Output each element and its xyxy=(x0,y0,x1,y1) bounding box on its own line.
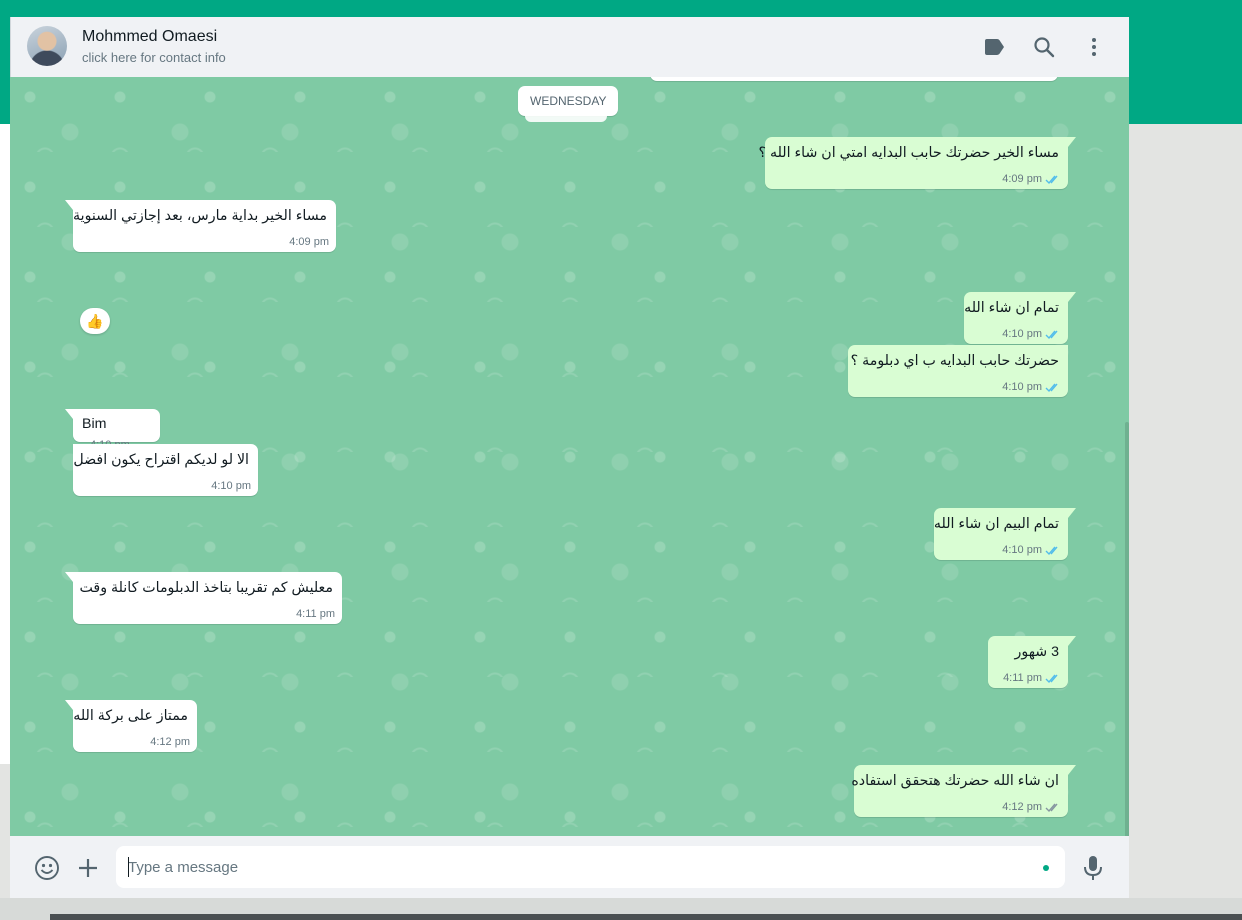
contact-subtitle[interactable]: click here for contact info xyxy=(82,50,226,65)
message-text: الا لو لديكم اقتراح يكون افضل xyxy=(73,452,249,468)
message-meta: 4:09 pm xyxy=(1002,173,1061,185)
chat-header[interactable]: Mohmmed Omaesi click here for contact in… xyxy=(10,17,1129,77)
message-meta: 4:11 pm xyxy=(1003,672,1061,684)
message-list[interactable]: WEDNESDAY مساء الخير حضرتك حابب البدايه … xyxy=(10,77,1129,836)
mic-icon[interactable] xyxy=(1080,855,1106,881)
double-check-icon xyxy=(1045,546,1058,555)
contact-name[interactable]: Mohmmed Omaesi xyxy=(82,28,217,46)
message-text: ممتاز على بركة الله xyxy=(73,708,188,724)
double-check-icon xyxy=(1045,383,1058,392)
message-text: مساء الخير حضرتك حابب البدايه امتي ان شا… xyxy=(758,145,1059,161)
double-check-icon xyxy=(1045,803,1058,812)
message-input-container[interactable] xyxy=(116,846,1065,888)
message-meta: 4:10 pm xyxy=(1002,381,1061,393)
label-icon[interactable] xyxy=(982,35,1006,59)
previous-message-bubble xyxy=(650,77,1058,81)
text-caret xyxy=(128,857,129,877)
message-text: مساء الخير بداية مارس، بعد إجازتي السنوي… xyxy=(73,208,327,224)
message-time: 4:12 pm xyxy=(150,736,190,748)
message-meta: 4:10 pm xyxy=(1002,328,1061,340)
message-time: 4:10 pm xyxy=(1002,381,1042,393)
message-text: 3 شهور xyxy=(1014,644,1059,660)
message-bubble-outgoing[interactable]: ان شاء الله حضرتك هتحقق استفاده 4:12 pm xyxy=(851,765,1076,817)
date-divider: WEDNESDAY xyxy=(518,86,619,116)
message-bubble-outgoing[interactable]: حضرتك حابب البدايه ب اي دبلومة ؟ 4:10 pm xyxy=(848,345,1068,397)
taskbar-shadow xyxy=(50,914,1242,920)
message-time: 4:10 pm xyxy=(1002,544,1042,556)
message-input[interactable] xyxy=(116,846,1028,888)
emoji-icon[interactable] xyxy=(34,855,60,881)
menu-icon[interactable] xyxy=(1082,35,1106,59)
message-bubble-outgoing[interactable]: مساء الخير حضرتك حابب البدايه امتي ان شا… xyxy=(758,137,1076,189)
double-check-icon xyxy=(1045,175,1058,184)
message-text: Bim xyxy=(82,416,107,432)
message-bubble-incoming[interactable]: Bim4:10 pm xyxy=(65,409,160,451)
double-check-icon xyxy=(1045,330,1058,339)
message-meta: 4:10 pm xyxy=(1002,544,1061,556)
message-meta: 4:12 pm xyxy=(150,736,190,748)
message-time: 4:09 pm xyxy=(1002,173,1042,185)
chat-window: Mohmmed Omaesi click here for contact in… xyxy=(10,17,1129,898)
message-bubble-outgoing[interactable]: تمام البيم ان شاء الله 4:10 pm xyxy=(933,508,1076,560)
input-status-dot xyxy=(1043,865,1049,871)
message-time: 4:12 pm xyxy=(1002,801,1042,813)
message-bubble-incoming[interactable]: الا لو لديكم اقتراح يكون افضل 4:10 pm xyxy=(73,444,258,496)
message-text: معليش كم تقريبا بتاخذ الدبلومات كانلة وق… xyxy=(79,580,334,596)
message-bubble-incoming[interactable]: ممتاز على بركة الله 4:12 pm xyxy=(65,700,197,752)
message-text: تمام البيم ان شاء الله xyxy=(933,516,1059,532)
message-bubble-outgoing[interactable]: تمام ان شاء الله 4:10 pm xyxy=(964,292,1076,344)
message-meta: 4:10 pm xyxy=(211,480,251,492)
message-bubble-incoming[interactable]: مساء الخير بداية مارس، بعد إجازتي السنوي… xyxy=(65,200,336,252)
message-meta: 4:09 pm xyxy=(289,236,329,248)
message-meta: 4:12 pm xyxy=(1002,801,1061,813)
message-reaction[interactable]: 👍 xyxy=(80,308,110,334)
search-icon[interactable] xyxy=(1032,35,1056,59)
avatar[interactable] xyxy=(27,26,67,66)
message-text: ان شاء الله حضرتك هتحقق استفاده xyxy=(851,773,1059,789)
double-check-icon xyxy=(1045,674,1058,683)
message-time: 4:11 pm xyxy=(296,608,335,620)
chat-scrollbar[interactable] xyxy=(1125,422,1129,836)
attach-icon[interactable] xyxy=(75,855,101,881)
message-time: 4:10 pm xyxy=(1002,328,1042,340)
message-text: تمام ان شاء الله xyxy=(964,300,1059,316)
message-time: 4:10 pm xyxy=(211,480,251,492)
message-time: 4:09 pm xyxy=(289,236,329,248)
message-bubble-incoming[interactable]: معليش كم تقريبا بتاخذ الدبلومات كانلة وق… xyxy=(65,572,342,624)
message-text: حضرتك حابب البدايه ب اي دبلومة ؟ xyxy=(850,353,1059,369)
date-divider-shadow xyxy=(525,116,607,122)
message-meta: 4:11 pm xyxy=(296,608,335,620)
thumbs-up-icon: 👍 xyxy=(86,312,104,329)
compose-bar xyxy=(10,836,1129,898)
message-bubble-outgoing[interactable]: 3 شهور 4:11 pm xyxy=(988,636,1076,688)
message-time: 4:11 pm xyxy=(1003,672,1042,684)
